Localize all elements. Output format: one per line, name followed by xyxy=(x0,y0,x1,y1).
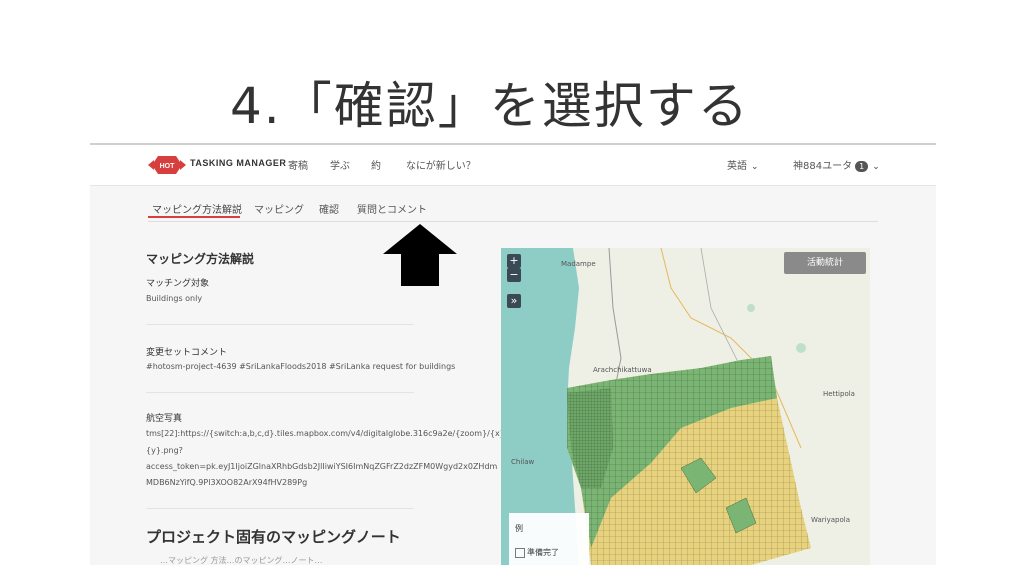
zoom-in-button[interactable]: + xyxy=(507,254,521,268)
entities-label: マッチング対象 xyxy=(146,279,210,289)
tab-mapping[interactable]: マッピング xyxy=(254,201,304,216)
imagery-line: access_token=pk.eyJ1IjoiZGlnaXRhbGdsb2Jl… xyxy=(146,462,498,471)
map-place-label: Hettipola xyxy=(823,390,855,398)
map-place-label: Wariyapola xyxy=(811,516,850,524)
divider xyxy=(146,392,414,393)
legend-item-ready: 準備完了 xyxy=(527,548,559,557)
active-tab-indicator xyxy=(148,216,240,218)
legend-checkbox[interactable] xyxy=(515,548,525,558)
imagery-line: tms[22]:https://{switch:a,b,c,d}.tiles.m… xyxy=(146,429,508,438)
chevron-down-icon: ⌄ xyxy=(872,162,880,172)
nav-contribute[interactable]: 寄稿 xyxy=(288,157,308,172)
map-place-label: Chilaw xyxy=(511,458,535,466)
user-name: 神884ユータ xyxy=(793,161,853,172)
panel-heading: マッピング方法解説 xyxy=(146,252,255,266)
brand-name[interactable]: TASKING MANAGER xyxy=(190,158,286,168)
map-place-label: Arachchikattuwa xyxy=(593,366,652,374)
top-navigation-bar: HOT TASKING MANAGER 寄稿 学ぶ 約 なにが新しい？ 英語 ⌄ … xyxy=(90,145,936,186)
tab-instructions[interactable]: マッピング方法解説 xyxy=(152,201,242,216)
map-place-label: Madampe xyxy=(561,260,596,268)
legend-title: 例 xyxy=(515,524,523,533)
chevron-down-icon: ⌄ xyxy=(751,162,759,172)
tab-validation[interactable]: 確認 xyxy=(319,201,339,216)
imagery-label: 航空写真 xyxy=(146,414,183,424)
tasking-manager-screenshot: HOT TASKING MANAGER 寄稿 学ぶ 約 なにが新しい？ 英語 ⌄ … xyxy=(90,143,936,565)
changeset-label: 変更セットコメント xyxy=(146,348,228,358)
entities-value: Buildings only xyxy=(146,294,203,303)
project-tabs: マッピング方法解説 マッピング 確認 質問とコメント xyxy=(148,197,878,222)
user-menu[interactable]: 神884ユータ 1 ⌄ xyxy=(793,157,880,172)
up-arrow-icon xyxy=(383,224,457,286)
mapping-notes-heading: プロジェクト固有のマッピングノート xyxy=(146,528,401,546)
zoom-out-button[interactable]: − xyxy=(507,268,521,282)
expand-panel-button[interactable]: » xyxy=(507,294,521,308)
divider xyxy=(146,324,414,325)
imagery-line: {y}.png? xyxy=(146,446,183,455)
tab-questions-comments[interactable]: 質問とコメント xyxy=(357,201,427,216)
nav-whats-new[interactable]: なにが新しい？ xyxy=(406,157,476,172)
imagery-line: MDB6NzYifQ.9Pl3XOO82ArX94fHV289Pg xyxy=(146,478,308,487)
language-selector[interactable]: 英語 ⌄ xyxy=(727,157,759,172)
language-label: 英語 xyxy=(727,161,747,172)
activity-stats-button[interactable]: 活動統計 xyxy=(784,252,866,274)
changeset-value: #hotosm-project-4639 #SriLankaFloods2018… xyxy=(146,362,456,371)
task-map[interactable]: + − » 活動統計 Madampe Arachchikattuwa Hetti… xyxy=(501,248,870,565)
nav-learn[interactable]: 学ぶ xyxy=(330,157,350,172)
hot-logo-icon[interactable]: HOT xyxy=(148,154,186,176)
divider xyxy=(146,508,414,509)
notification-badge: 1 xyxy=(855,161,869,172)
map-legend: 例 準備完了 xyxy=(509,513,589,565)
slide-title: 4.「確認」を選択する xyxy=(230,77,750,135)
svg-text:HOT: HOT xyxy=(160,163,176,170)
mapping-notes-preview: …マッピング 方法…のマッピング…ノート… xyxy=(160,556,323,565)
nav-about[interactable]: 約 xyxy=(371,157,381,172)
